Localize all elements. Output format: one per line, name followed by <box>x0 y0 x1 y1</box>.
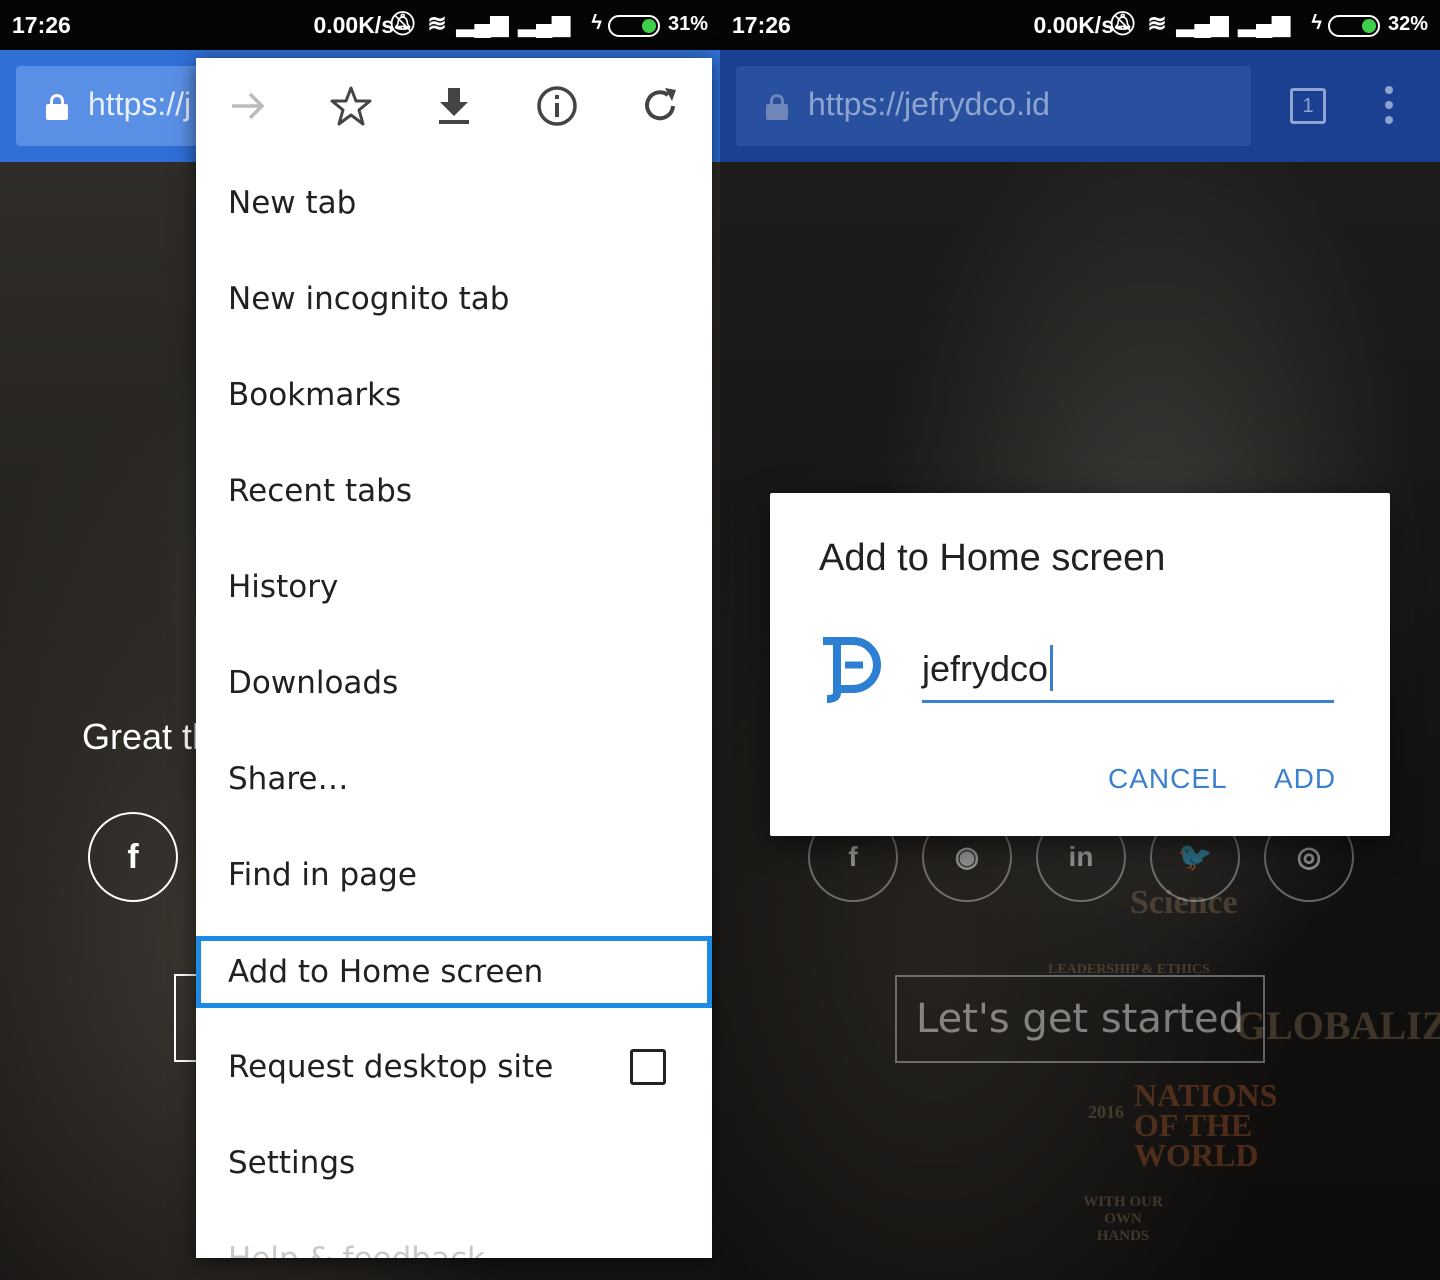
menu-item-request-desktop-site[interactable]: Request desktop site <box>196 1031 712 1103</box>
text-caret <box>1050 645 1054 691</box>
status-icons: 🔕︎ ≋ ▂▄▆ ▂▄▆ <box>388 10 570 37</box>
wifi-icon: ≋ <box>427 10 447 36</box>
download-icon[interactable] <box>432 84 476 128</box>
silent-icon: 🔕︎ <box>1108 10 1138 36</box>
battery-icon <box>1328 15 1380 37</box>
silent-icon: 🔕︎ <box>388 10 418 36</box>
add-button[interactable]: ADD <box>1274 763 1336 795</box>
shortcut-name-input[interactable]: jefrydco <box>922 645 1334 703</box>
menu-item-settings[interactable]: Settings <box>196 1127 712 1199</box>
url-text: https://jefrydco.id <box>808 86 1050 122</box>
hero-text: Great th <box>82 716 213 757</box>
status-bar: 17:26 0.00K/s 🔕︎ ≋ ▂▄▆ ▂▄▆ ϟ 32% <box>720 0 1440 50</box>
tab-switcher-button[interactable]: 1 <box>1290 88 1326 124</box>
url-text: https://j <box>88 86 192 122</box>
battery-percent: 32% <box>1387 13 1428 35</box>
left-screen: Great th f https://j 17:26 0.00K/s 🔕︎ ≋ … <box>0 0 720 1280</box>
charging-icon: ϟ <box>591 12 602 34</box>
browser-toolbar: https://jefrydco.id 1 <box>720 50 1440 162</box>
status-icons: 🔕︎ ≋ ▂▄▆ ▂▄▆ <box>1108 10 1290 37</box>
desktop-site-checkbox[interactable] <box>630 1049 666 1085</box>
signal-icon: ▂▄▆ <box>456 10 509 36</box>
dialog-title: Add to Home screen <box>819 537 1166 579</box>
network-speed: 0.00K/s <box>1033 12 1114 38</box>
site-logo-icon <box>823 637 881 703</box>
menu-item-new-tab[interactable]: New tab <box>196 167 712 239</box>
menu-item-recent-tabs[interactable]: Recent tabs <box>196 455 712 527</box>
network-speed: 0.00K/s <box>313 12 394 38</box>
battery-icon <box>608 15 660 37</box>
charging-icon: ϟ <box>1311 12 1322 34</box>
info-icon[interactable] <box>535 84 579 128</box>
menu-item-label: Request desktop site <box>228 1049 554 1085</box>
status-bar: 17:26 0.00K/s 🔕︎ ≋ ▂▄▆ ▂▄▆ ϟ 31% <box>0 0 720 50</box>
facebook-icon[interactable]: f <box>88 812 178 902</box>
menu-icon-row <box>196 58 712 154</box>
shortcut-name-value: jefrydco <box>922 648 1049 689</box>
forward-icon[interactable] <box>226 84 270 128</box>
menu-item-help-feedback[interactable]: Help & feedback <box>196 1223 712 1258</box>
status-time: 17:26 <box>12 12 71 38</box>
add-to-home-dialog: Add to Home screen jefrydco CANCEL ADD <box>770 493 1390 836</box>
menu-item-add-to-home-screen[interactable]: Add to Home screen <box>196 936 712 1008</box>
wifi-icon: ≋ <box>1147 10 1167 36</box>
lock-icon <box>46 94 68 120</box>
cancel-button[interactable]: CANCEL <box>1108 763 1228 795</box>
menu-item-downloads[interactable]: Downloads <box>196 647 712 719</box>
more-options-icon[interactable] <box>1384 86 1394 128</box>
menu-item-share[interactable]: Share… <box>196 743 712 815</box>
reload-icon[interactable] <box>638 84 682 128</box>
omnibox[interactable]: https://jefrydco.id <box>736 66 1251 146</box>
overflow-menu: New tab New incognito tab Bookmarks Rece… <box>196 58 712 1258</box>
status-time: 17:26 <box>732 12 791 38</box>
star-icon[interactable] <box>329 84 373 128</box>
menu-item-new-incognito-tab[interactable]: New incognito tab <box>196 263 712 335</box>
menu-item-history[interactable]: History <box>196 551 712 623</box>
lock-icon <box>766 94 788 120</box>
menu-item-find-in-page[interactable]: Find in page <box>196 839 712 911</box>
menu-item-bookmarks[interactable]: Bookmarks <box>196 359 712 431</box>
signal-icon: ▂▄▆ <box>518 10 570 36</box>
battery-percent: 31% <box>667 13 708 35</box>
signal-icon: ▂▄▆ <box>1238 10 1290 36</box>
get-started-button[interactable]: Let's get started <box>895 975 1265 1063</box>
signal-icon: ▂▄▆ <box>1176 10 1229 36</box>
right-screen: Science LEADERSHIP & ETHICS GLOBALIZATIO… <box>720 0 1440 1280</box>
